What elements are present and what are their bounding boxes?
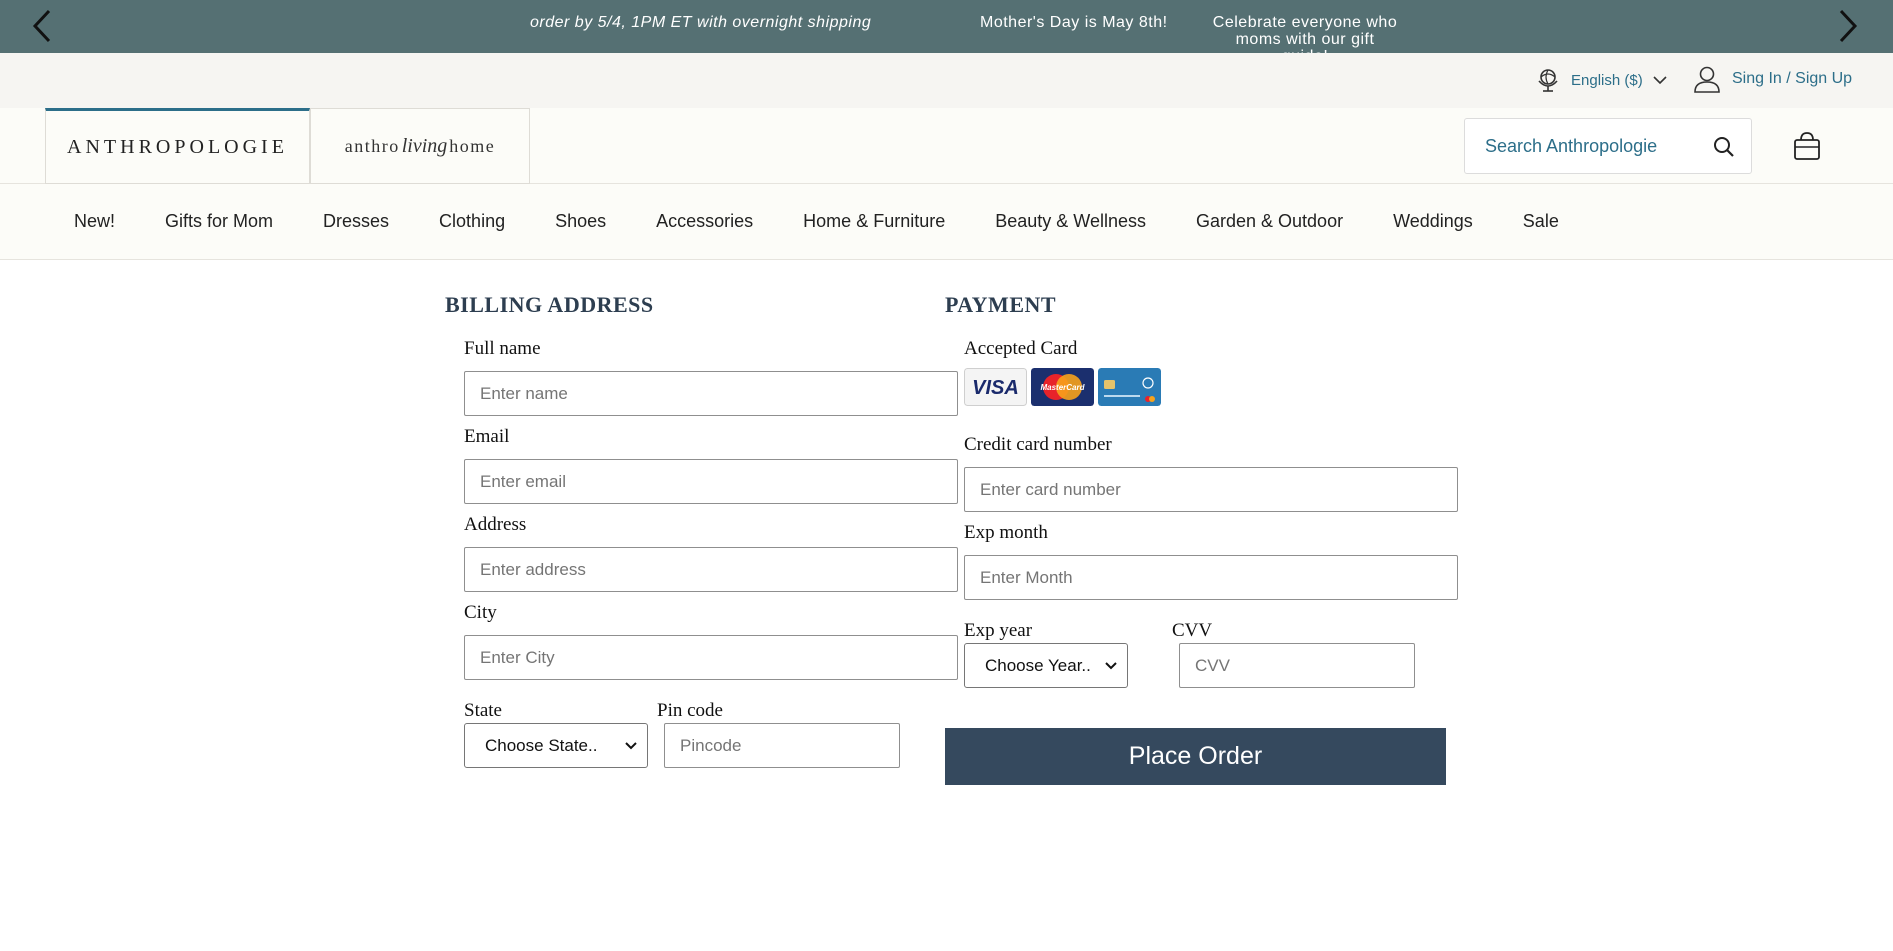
- chevron-right-icon[interactable]: [1830, 8, 1866, 44]
- exp-month-label: Exp month: [964, 522, 1048, 543]
- brand2-script: living: [401, 134, 448, 157]
- nav-item-gifts-for-mom[interactable]: Gifts for Mom: [165, 211, 273, 232]
- state-select-value: Choose State..: [485, 735, 598, 755]
- state-label: State: [464, 700, 502, 721]
- nav-item-new[interactable]: New!: [74, 211, 115, 232]
- chevron-down-icon: [625, 741, 637, 749]
- address-field[interactable]: [464, 547, 958, 592]
- promo-bar: order by 5/4, 1PM ET with overnight ship…: [0, 0, 1893, 54]
- visa-card-text: VISA: [972, 377, 1019, 399]
- user-icon: [1694, 66, 1720, 93]
- full-name-field[interactable]: [464, 371, 958, 416]
- address-label: Address: [464, 514, 527, 535]
- chevron-down-icon: [1653, 76, 1667, 85]
- exp-year-label: Exp year: [964, 620, 1033, 641]
- pin-code-field[interactable]: [664, 723, 900, 768]
- full-name-label: Full name: [464, 338, 541, 359]
- generic-card-icon: [1098, 368, 1161, 406]
- mastercard-text: MasterCard: [1040, 383, 1085, 392]
- card-number-field[interactable]: [964, 467, 1458, 512]
- accepted-cards: VISA MasterCard: [964, 368, 1161, 406]
- brand2-pre: anthro: [344, 135, 400, 156]
- search-box: [1464, 118, 1752, 174]
- nav-item-dresses[interactable]: Dresses: [323, 211, 389, 232]
- nav-item-shoes[interactable]: Shoes: [555, 211, 606, 232]
- nav-item-weddings[interactable]: Weddings: [1393, 211, 1473, 232]
- globe-icon: [1538, 69, 1558, 92]
- nav-item-home-furniture[interactable]: Home & Furniture: [803, 211, 945, 232]
- exp-month-field[interactable]: [964, 555, 1458, 600]
- nav-item-accessories[interactable]: Accessories: [656, 211, 753, 232]
- shopping-bag-icon[interactable]: [1792, 130, 1822, 162]
- sign-in-link[interactable]: Sing In / Sign Up: [1694, 65, 1852, 93]
- promo-message-gift-guide[interactable]: Celebrate everyone who moms with our gif…: [1212, 14, 1398, 54]
- anthropologie-logo[interactable]: ANTHROPOLOGIE: [45, 108, 310, 184]
- place-order-button[interactable]: Place Order: [945, 728, 1446, 785]
- nav-item-beauty-wellness[interactable]: Beauty & Wellness: [995, 211, 1146, 232]
- billing-address-title: BILLING ADDRESS: [445, 292, 654, 317]
- nav-item-clothing[interactable]: Clothing: [439, 211, 505, 232]
- sign-in-label: Sing In / Sign Up: [1732, 70, 1853, 87]
- search-icon[interactable]: [1713, 136, 1735, 158]
- pin-code-label: Pin code: [657, 700, 723, 721]
- email-field[interactable]: [464, 459, 958, 504]
- city-field[interactable]: [464, 635, 958, 680]
- exp-year-select-value: Choose Year..: [985, 655, 1091, 675]
- payment-title: PAYMENT: [945, 292, 1057, 317]
- city-label: City: [464, 602, 497, 623]
- language-selector[interactable]: English ($): [1537, 67, 1667, 93]
- mastercard-icon: MasterCard: [1031, 368, 1094, 406]
- email-label: Email: [464, 426, 510, 447]
- cvv-field[interactable]: [1179, 643, 1415, 688]
- exp-year-select[interactable]: Choose Year..: [964, 643, 1128, 688]
- accepted-card-label: Accepted Card: [964, 338, 1078, 359]
- nav-item-sale[interactable]: Sale: [1523, 211, 1559, 232]
- utility-bar: English ($) Sing In / Sign Up: [0, 53, 1893, 108]
- nav-item-garden-outdoor[interactable]: Garden & Outdoor: [1196, 211, 1343, 232]
- card-number-label: Credit card number: [964, 434, 1112, 455]
- promo-message-mothers-day[interactable]: Mother's Day is May 8th!: [980, 14, 1168, 32]
- anthro-living-home-logo[interactable]: anthro living home: [310, 108, 530, 184]
- visa-card-icon: VISA: [964, 368, 1027, 406]
- brand2-post: home: [449, 135, 496, 156]
- site-header: ANTHROPOLOGIE anthro living home: [0, 108, 1893, 184]
- cvv-label: CVV: [1172, 620, 1213, 641]
- search-input[interactable]: [1485, 135, 1705, 157]
- chevron-down-icon: [1105, 661, 1117, 669]
- chevron-left-icon[interactable]: [24, 8, 60, 44]
- promo-message-shipping[interactable]: order by 5/4, 1PM ET with overnight ship…: [530, 14, 871, 32]
- state-select[interactable]: Choose State..: [464, 723, 648, 768]
- main-nav: New! Gifts for Mom Dresses Clothing Shoe…: [0, 184, 1893, 260]
- language-label: English ($): [1571, 71, 1643, 89]
